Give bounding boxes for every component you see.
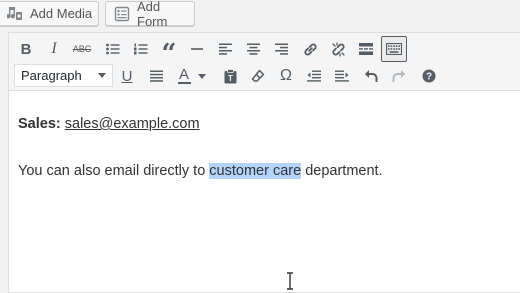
- blockquote-button[interactable]: “: [156, 36, 182, 69]
- chevron-down-icon: [198, 73, 206, 79]
- text-color-button[interactable]: A: [171, 63, 197, 89]
- numbered-list-button[interactable]: [128, 36, 154, 62]
- italic-icon: I: [51, 40, 57, 57]
- align-left-icon: [218, 43, 232, 55]
- indent-icon: [335, 70, 349, 82]
- format-select[interactable]: Paragraph: [14, 64, 113, 87]
- paragraph-sales: Sales: sales@example.com: [18, 116, 200, 132]
- underline-button[interactable]: U: [114, 63, 140, 89]
- visual-editor: B I ABC “ Paragraph U A T Ω ? Sales: sal…: [8, 32, 520, 293]
- underline-icon: U: [121, 67, 133, 85]
- paragraph-contact: You can also email directly to customer …: [18, 163, 383, 179]
- svg-text:T: T: [228, 74, 233, 83]
- decrease-indent-button[interactable]: [301, 63, 327, 89]
- outdent-icon: [307, 70, 321, 82]
- undo-button[interactable]: [358, 63, 384, 89]
- bold-icon: B: [20, 40, 32, 58]
- media-buttons-bar: Add Media Add Form: [0, 0, 520, 30]
- strikethrough-button[interactable]: ABC: [69, 36, 95, 62]
- bulleted-list-button[interactable]: [100, 36, 126, 62]
- numbered-list-icon: [134, 43, 148, 55]
- align-right-icon: [274, 43, 288, 55]
- camera-music-icon: [7, 6, 23, 22]
- form-icon: [114, 6, 130, 22]
- undo-icon: [365, 70, 378, 82]
- clipboard-icon: T: [224, 68, 236, 83]
- horizontal-line-icon: [191, 48, 203, 50]
- toolbar-row-2: Paragraph U A T Ω ?: [9, 62, 520, 90]
- unlink-icon: [331, 41, 345, 57]
- link-icon: [303, 43, 317, 55]
- selected-text: customer care: [209, 163, 302, 179]
- horizontal-line-button[interactable]: [184, 36, 210, 62]
- eraser-icon: [251, 69, 265, 82]
- svg-text:?: ?: [426, 72, 432, 83]
- justify-button[interactable]: [143, 63, 169, 89]
- add-form-button[interactable]: Add Form: [105, 0, 195, 29]
- sales-label: Sales:: [18, 116, 61, 132]
- bold-button[interactable]: B: [13, 36, 39, 62]
- redo-button[interactable]: [386, 63, 412, 89]
- omega-icon: Ω: [280, 67, 292, 84]
- chevron-down-icon: [98, 73, 106, 78]
- add-media-label: Add Media: [30, 6, 93, 21]
- text-color-icon: A: [178, 66, 189, 83]
- clear-formatting-button[interactable]: [245, 63, 271, 89]
- bulleted-list-icon: [106, 43, 120, 55]
- contact-text-after: department.: [301, 163, 383, 179]
- add-form-label: Add Form: [137, 0, 168, 29]
- format-select-value: Paragraph: [21, 68, 82, 83]
- paste-as-text-button[interactable]: T: [217, 63, 243, 89]
- align-right-button[interactable]: [268, 36, 294, 62]
- read-more-button[interactable]: [353, 36, 379, 62]
- add-media-button[interactable]: Add Media: [0, 1, 99, 26]
- remove-link-button[interactable]: [325, 36, 351, 62]
- increase-indent-button[interactable]: [329, 63, 355, 89]
- sales-email-link[interactable]: sales@example.com: [65, 116, 200, 132]
- special-character-button[interactable]: Ω: [273, 63, 299, 89]
- help-icon: ?: [422, 69, 436, 83]
- contact-text-before: You can also email directly to: [18, 163, 210, 179]
- strikethrough-icon: ABC: [72, 44, 92, 54]
- toolbar-row-1: B I ABC “: [9, 35, 520, 69]
- text-color-dropdown[interactable]: [195, 63, 209, 89]
- text-cursor-icon: [287, 272, 293, 290]
- editor-toolbar: B I ABC “ Paragraph U A T Ω ?: [9, 33, 520, 91]
- read-more-icon: [359, 43, 373, 55]
- keyboard-icon: [386, 43, 402, 55]
- align-left-button[interactable]: [212, 36, 238, 62]
- redo-icon: [392, 70, 405, 82]
- justify-icon: [149, 70, 163, 82]
- help-button[interactable]: ?: [416, 63, 442, 89]
- align-center-icon: [246, 43, 260, 55]
- italic-button[interactable]: I: [41, 36, 67, 62]
- align-center-button[interactable]: [240, 36, 266, 62]
- toolbar-toggle-button[interactable]: [381, 36, 407, 62]
- insert-link-button[interactable]: [297, 36, 323, 62]
